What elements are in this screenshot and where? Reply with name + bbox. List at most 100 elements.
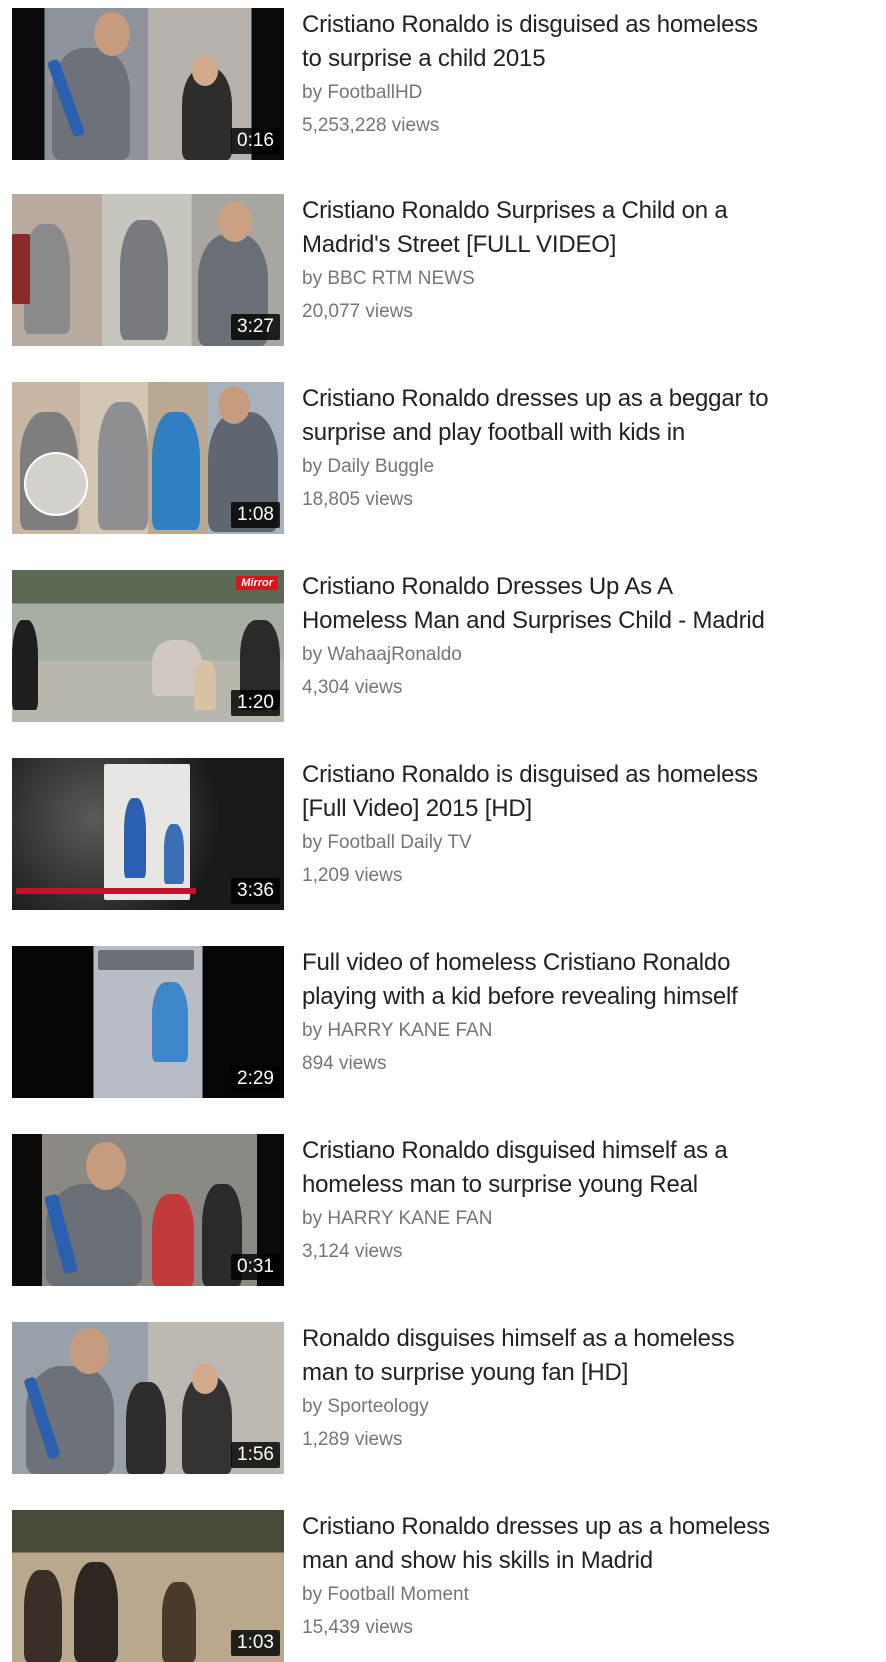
duration-badge: 3:36 xyxy=(231,878,280,904)
channel-name[interactable]: by Sporteology xyxy=(302,1390,886,1424)
thumbnail-figure xyxy=(24,1570,62,1662)
video-meta: Cristiano Ronaldo Dresses Up As A Homele… xyxy=(302,570,886,704)
channel-name[interactable]: by WahaajRonaldo xyxy=(302,638,886,672)
duration-badge: 1:08 xyxy=(231,502,280,528)
view-count: 18,805 views xyxy=(302,489,413,510)
channel-name[interactable]: by Football Moment xyxy=(302,1578,886,1612)
video-thumbnail[interactable]: 1:08 xyxy=(12,382,284,534)
video-thumbnail[interactable]: 0:31 xyxy=(12,1134,284,1286)
video-item[interactable]: Mirror 1:20 Cristiano Ronaldo Dresses Up… xyxy=(0,562,886,722)
video-title-line: surprise and play football with kids in xyxy=(302,419,686,446)
video-title[interactable]: Full video of homeless Cristiano Ronaldo… xyxy=(302,946,886,1014)
video-title-line: Cristiano Ronaldo disguised himself as a xyxy=(302,1137,728,1164)
video-thumbnail[interactable]: 1:03 xyxy=(12,1510,284,1662)
video-title[interactable]: Cristiano Ronaldo disguised himself as a… xyxy=(302,1134,886,1202)
view-count: 1,289 views xyxy=(302,1429,403,1450)
video-meta: Cristiano Ronaldo dresses up as a homele… xyxy=(302,1510,886,1644)
view-count: 4,304 views xyxy=(302,677,403,698)
video-meta: Cristiano Ronaldo Surprises a Child on a… xyxy=(302,194,886,328)
thumbnail-figure xyxy=(194,660,216,710)
thumbnail-figure xyxy=(152,412,200,530)
video-title-line: homeless man to surprise young Real xyxy=(302,1171,698,1198)
thumbnail-head xyxy=(86,1142,126,1190)
video-item[interactable]: 0:31 Cristiano Ronaldo disguised himself… xyxy=(0,1126,886,1286)
thumbnail-figure xyxy=(24,224,70,334)
video-title[interactable]: Ronaldo disguises himself as a homeless … xyxy=(302,1322,886,1390)
video-thumbnail[interactable]: 1:56 xyxy=(12,1322,284,1474)
thumbnail-figure xyxy=(164,824,184,884)
video-item[interactable]: 0:16 Cristiano Ronaldo is disguised as h… xyxy=(0,0,886,160)
video-title-line: man to surprise young fan [HD] xyxy=(302,1359,629,1386)
video-item[interactable]: 1:08 Cristiano Ronaldo dresses up as a b… xyxy=(0,374,886,534)
video-title-line: Cristiano Ronaldo Dresses Up As A xyxy=(302,573,673,600)
video-thumbnail[interactable]: 0:16 xyxy=(12,8,284,160)
channel-name[interactable]: by HARRY KANE FAN xyxy=(302,1014,886,1048)
thumbnail-head xyxy=(192,1364,218,1394)
duration-badge: 0:16 xyxy=(231,128,280,154)
video-item[interactable]: 3:27 Cristiano Ronaldo Surprises a Child… xyxy=(0,186,886,346)
thumbnail-figure xyxy=(12,620,38,710)
thumbnail-figure xyxy=(98,402,148,530)
video-title-line: Madrid's Street [FULL VIDEO] xyxy=(302,231,617,258)
thumbnail-head xyxy=(192,56,218,86)
duration-badge: 3:27 xyxy=(231,314,280,340)
thumbnail-inset xyxy=(24,452,88,516)
channel-name[interactable]: by BBC RTM NEWS xyxy=(302,262,886,296)
view-count: 5,253,228 views xyxy=(302,115,440,136)
video-title-line: Cristiano Ronaldo dresses up as a beggar… xyxy=(302,385,769,412)
channel-name[interactable]: by HARRY KANE FAN xyxy=(302,1202,886,1236)
video-title-line: to surprise a child 2015 xyxy=(302,45,546,72)
thumbnail-head xyxy=(218,386,250,424)
video-item[interactable]: 2:29 Full video of homeless Cristiano Ro… xyxy=(0,938,886,1098)
video-title-line: man and show his skills in Madrid xyxy=(302,1547,653,1574)
video-title[interactable]: Cristiano Ronaldo Surprises a Child on a… xyxy=(302,194,886,262)
video-title[interactable]: Cristiano Ronaldo is disguised as homele… xyxy=(302,8,886,76)
thumbnail-figure xyxy=(12,234,30,304)
video-title[interactable]: Cristiano Ronaldo dresses up as a beggar… xyxy=(302,382,886,450)
video-title-line: Cristiano Ronaldo dresses up as a homele… xyxy=(302,1513,770,1540)
thumbnail-figure xyxy=(152,1194,194,1286)
thumbnail-head xyxy=(70,1328,108,1374)
channel-name[interactable]: by Daily Buggle xyxy=(302,450,886,484)
channel-name[interactable]: by Football Daily TV xyxy=(302,826,886,860)
video-item[interactable]: 3:36 Cristiano Ronaldo is disguised as h… xyxy=(0,750,886,910)
video-title-line: Cristiano Ronaldo Surprises a Child on a xyxy=(302,197,728,224)
view-count: 20,077 views xyxy=(302,301,413,322)
video-title[interactable]: Cristiano Ronaldo Dresses Up As A Homele… xyxy=(302,570,886,638)
video-title[interactable]: Cristiano Ronaldo dresses up as a homele… xyxy=(302,1510,886,1578)
video-meta: Cristiano Ronaldo disguised himself as a… xyxy=(302,1134,886,1268)
duration-badge: 1:56 xyxy=(231,1442,280,1468)
mirror-logo: Mirror xyxy=(236,576,278,590)
news-ticker-bar xyxy=(16,888,196,894)
video-title-line: Ronaldo disguises himself as a homeless xyxy=(302,1325,735,1352)
video-title-line: Cristiano Ronaldo is disguised as homele… xyxy=(302,761,758,788)
video-meta: Full video of homeless Cristiano Ronaldo… xyxy=(302,946,886,1080)
video-item[interactable]: 1:03 Cristiano Ronaldo dresses up as a h… xyxy=(0,1502,886,1662)
channel-name[interactable]: by FootballHD xyxy=(302,76,886,110)
video-title-line: Cristiano Ronaldo is disguised as homele… xyxy=(302,11,758,38)
duration-badge: 1:03 xyxy=(231,1630,280,1656)
thumbnail-figure xyxy=(162,1582,196,1662)
thumbnail-figure xyxy=(120,220,168,340)
video-meta: Cristiano Ronaldo dresses up as a beggar… xyxy=(302,382,886,516)
video-item[interactable]: 1:56 Ronaldo disguises himself as a home… xyxy=(0,1314,886,1474)
thumbnail-head xyxy=(218,202,252,242)
view-count: 3,124 views xyxy=(302,1241,403,1262)
video-thumbnail[interactable]: 2:29 xyxy=(12,946,284,1098)
video-title-line: playing with a kid before revealing hims… xyxy=(302,983,738,1010)
video-thumbnail[interactable]: Mirror 1:20 xyxy=(12,570,284,722)
duration-badge: 2:29 xyxy=(231,1066,280,1092)
view-count: 1,209 views xyxy=(302,865,403,886)
video-title-line: Full video of homeless Cristiano Ronaldo xyxy=(302,949,731,976)
duration-badge: 0:31 xyxy=(231,1254,280,1280)
video-meta: Cristiano Ronaldo is disguised as homele… xyxy=(302,8,886,142)
video-thumbnail[interactable]: 3:36 xyxy=(12,758,284,910)
thumbnail-figure xyxy=(126,1382,166,1474)
thumbnail-figure xyxy=(98,950,194,970)
video-title[interactable]: Cristiano Ronaldo is disguised as homele… xyxy=(302,758,886,826)
view-count: 15,439 views xyxy=(302,1617,413,1638)
thumbnail-figure xyxy=(152,982,188,1062)
view-count: 894 views xyxy=(302,1053,387,1074)
video-thumbnail[interactable]: 3:27 xyxy=(12,194,284,346)
video-title-line: Homeless Man and Surprises Child - Madri… xyxy=(302,607,765,634)
